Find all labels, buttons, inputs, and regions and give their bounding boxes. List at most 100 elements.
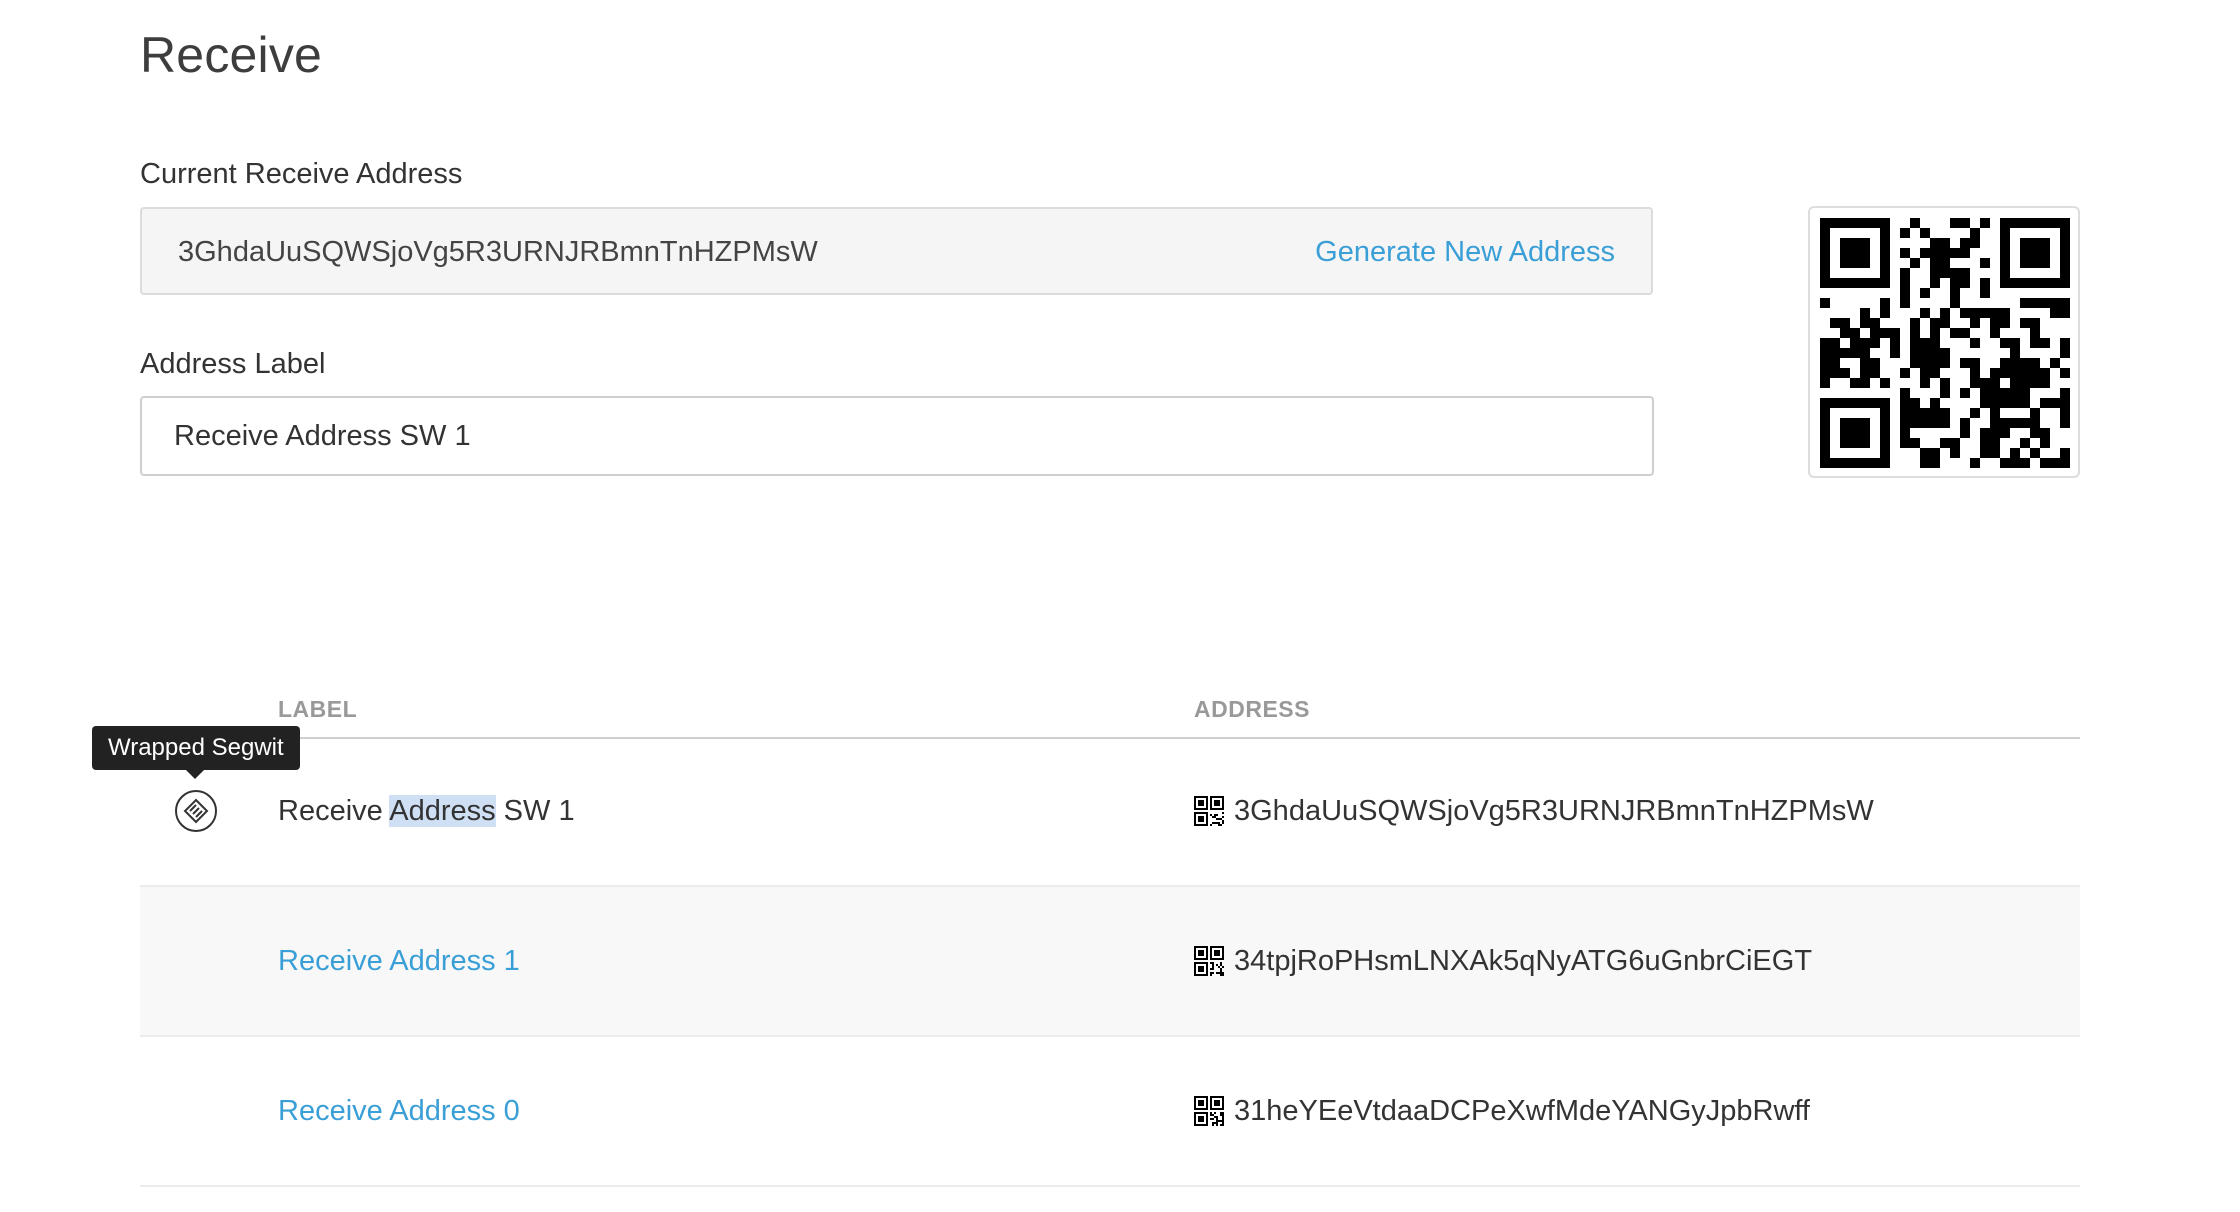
qr-module bbox=[1970, 318, 1980, 328]
qr-module bbox=[1990, 368, 2000, 378]
qr-module bbox=[2040, 458, 2050, 468]
qr-module bbox=[1920, 228, 1930, 238]
qr-module bbox=[1216, 1118, 1218, 1120]
qr-module bbox=[2060, 408, 2070, 418]
qr-module bbox=[2000, 338, 2010, 348]
qr-module bbox=[1840, 368, 1850, 378]
qr-module bbox=[1860, 308, 1870, 318]
qr-module bbox=[1910, 398, 1920, 408]
qr-module bbox=[1860, 358, 1870, 368]
qr-module bbox=[1930, 338, 1940, 348]
qr-module bbox=[1900, 388, 1910, 398]
qr-module bbox=[1210, 972, 1212, 974]
qr-module bbox=[2020, 418, 2030, 428]
qr-module bbox=[2060, 338, 2070, 348]
qr-module bbox=[1980, 388, 1990, 398]
qr-module bbox=[2000, 458, 2010, 468]
row-label: Receive Address SW 1 bbox=[278, 737, 575, 885]
qr-module bbox=[1222, 972, 1224, 974]
qr-module bbox=[1920, 418, 1930, 428]
qr-module bbox=[1212, 1122, 1214, 1124]
qr-module bbox=[1218, 1120, 1220, 1122]
qr-module bbox=[1910, 358, 1920, 368]
qr-module bbox=[1950, 278, 1960, 288]
qr-module bbox=[1950, 438, 1960, 448]
qr-module bbox=[1980, 398, 1990, 408]
qr-module bbox=[1214, 1116, 1216, 1118]
qr-icon[interactable] bbox=[1194, 946, 1224, 976]
qr-module bbox=[1910, 258, 1920, 268]
generate-new-address-link[interactable]: Generate New Address bbox=[1315, 209, 1615, 295]
qr-module bbox=[1970, 368, 1980, 378]
qr-module bbox=[1930, 258, 1940, 268]
qr-module bbox=[1910, 348, 1920, 358]
wrapped-segwit-icon[interactable] bbox=[174, 789, 218, 833]
qr-module bbox=[1216, 1120, 1218, 1122]
qr-module bbox=[1890, 348, 1900, 358]
qr-module bbox=[1930, 368, 1940, 378]
qr-module bbox=[1990, 328, 2000, 338]
current-address-value[interactable]: 3GhdaUuSQWSjoVg5R3URNJRBmnTnHZPMsW bbox=[178, 209, 818, 295]
qr-module bbox=[1950, 448, 1960, 458]
qr-module bbox=[2020, 388, 2030, 398]
current-address-box: 3GhdaUuSQWSjoVg5R3URNJRBmnTnHZPMsW Gener… bbox=[140, 207, 1653, 295]
qr-module bbox=[2000, 368, 2010, 378]
qr-module bbox=[1220, 972, 1222, 974]
qr-module bbox=[2060, 418, 2070, 428]
qr-module bbox=[1930, 448, 1940, 458]
qr-module bbox=[1920, 358, 1930, 368]
row-label-link[interactable]: Receive Address 0 bbox=[278, 1037, 520, 1185]
row-label-part: SW 1 bbox=[495, 795, 575, 827]
qr-module bbox=[1870, 328, 1880, 338]
qr-module bbox=[1220, 968, 1222, 970]
qr-icon[interactable] bbox=[1194, 1096, 1224, 1126]
qr-module bbox=[1960, 388, 1970, 398]
qr-module bbox=[1930, 348, 1940, 358]
qr-module bbox=[2040, 368, 2050, 378]
qr-module bbox=[1820, 378, 1830, 388]
qr-module bbox=[2020, 438, 2030, 448]
qr-finder-inner bbox=[2020, 238, 2050, 268]
qr-module bbox=[2030, 448, 2040, 458]
qr-module bbox=[1218, 966, 1220, 968]
qr-module bbox=[1218, 818, 1220, 820]
row-address: 3GhdaUuSQWSjoVg5R3URNJRBmnTnHZPMsW bbox=[1194, 737, 1874, 885]
column-header-label: LABEL bbox=[278, 696, 358, 722]
qr-module bbox=[1216, 1116, 1218, 1118]
qr-module bbox=[1960, 428, 1970, 438]
qr-module bbox=[1900, 298, 1910, 308]
qr-icon[interactable] bbox=[1194, 796, 1224, 826]
qr-module bbox=[1220, 824, 1222, 826]
qr-module bbox=[1840, 348, 1850, 358]
qr-module bbox=[1930, 398, 1940, 408]
qr-module bbox=[1960, 268, 1970, 278]
address-label-input[interactable] bbox=[140, 396, 1654, 476]
qr-module bbox=[2030, 328, 2040, 338]
qr-finder-inner bbox=[1840, 418, 1870, 448]
qr-module bbox=[1870, 358, 1880, 368]
qr-module bbox=[2010, 418, 2020, 428]
qr-module bbox=[1900, 438, 1910, 448]
qr-module bbox=[2010, 398, 2020, 408]
qr-module bbox=[1950, 268, 1960, 278]
table-row: Receive Address SW 1 3GhdaUuSQWSjoVg5R3U… bbox=[140, 737, 2080, 887]
qr-module bbox=[1212, 822, 1214, 824]
qr-module bbox=[1950, 328, 1960, 338]
qr-module bbox=[1220, 1120, 1222, 1122]
qr-module bbox=[2020, 378, 2030, 388]
qr-module bbox=[2000, 398, 2010, 408]
qr-module bbox=[2060, 448, 2070, 458]
table-row: Receive Address 1 34tpjRoPHsmLNXAk5qNyAT… bbox=[140, 887, 2080, 1037]
qr-module bbox=[1220, 974, 1222, 976]
qr-module bbox=[2030, 418, 2040, 428]
qr-module bbox=[1930, 418, 1940, 428]
qr-module bbox=[1870, 368, 1880, 378]
row-label-link[interactable]: Receive Address 1 bbox=[278, 887, 520, 1035]
qr-module bbox=[1214, 1112, 1216, 1114]
qr-module bbox=[1222, 820, 1224, 822]
qr-module bbox=[2010, 348, 2020, 358]
address-label-heading: Address Label bbox=[140, 348, 326, 380]
table-header: LABEL ADDRESS bbox=[140, 690, 2080, 739]
qr-module bbox=[1960, 418, 1970, 428]
qr-module bbox=[1990, 428, 2000, 438]
